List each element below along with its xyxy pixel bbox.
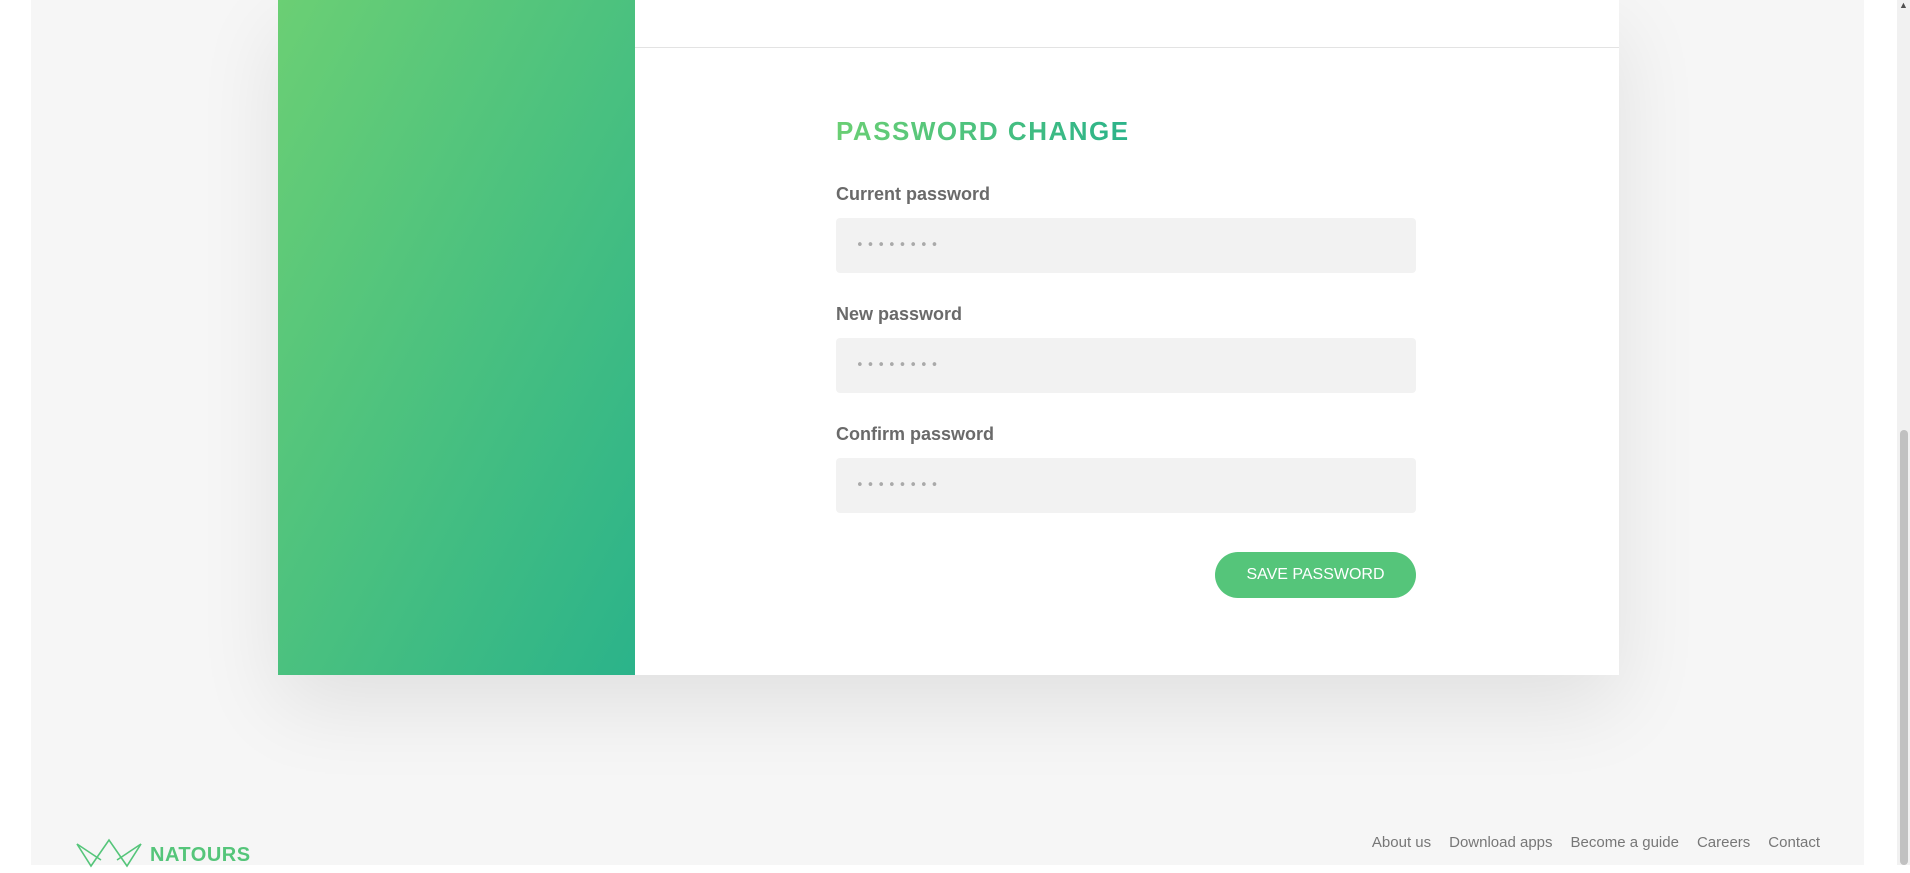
footer-nav: About us Download apps Become a guide Ca… xyxy=(1372,834,1820,851)
footer-link-become-guide[interactable]: Become a guide xyxy=(1571,834,1679,851)
section-divider xyxy=(635,47,1619,48)
footer-link-download-apps[interactable]: Download apps xyxy=(1449,834,1552,851)
footer-logo-text: NATOURS xyxy=(150,844,251,866)
scroll-up-arrow-icon[interactable]: ▲ xyxy=(1899,0,1908,10)
footer-logo[interactable]: NATOURS xyxy=(76,838,251,873)
natours-logo-icon xyxy=(76,838,142,873)
footer-link-contact[interactable]: Contact xyxy=(1768,834,1820,851)
account-sidebar xyxy=(278,0,635,675)
new-password-input[interactable]: •••••••• xyxy=(836,338,1416,393)
confirm-password-label: Confirm password xyxy=(836,424,995,444)
scrollbar-thumb[interactable] xyxy=(1900,430,1908,865)
footer-link-about-us[interactable]: About us xyxy=(1372,834,1431,851)
page-scrollbar[interactable]: ▲ xyxy=(1897,0,1910,865)
footer-link-careers[interactable]: Careers xyxy=(1697,834,1750,851)
save-password-button[interactable]: SAVE PASSWORD xyxy=(1215,552,1416,598)
current-password-input[interactable]: •••••••• xyxy=(836,218,1416,273)
new-password-label: New password xyxy=(836,304,963,324)
password-change-title: PASSWORD CHANGE xyxy=(836,116,1130,146)
current-password-label: Current password xyxy=(836,184,991,204)
confirm-password-input[interactable]: •••••••• xyxy=(836,458,1416,513)
